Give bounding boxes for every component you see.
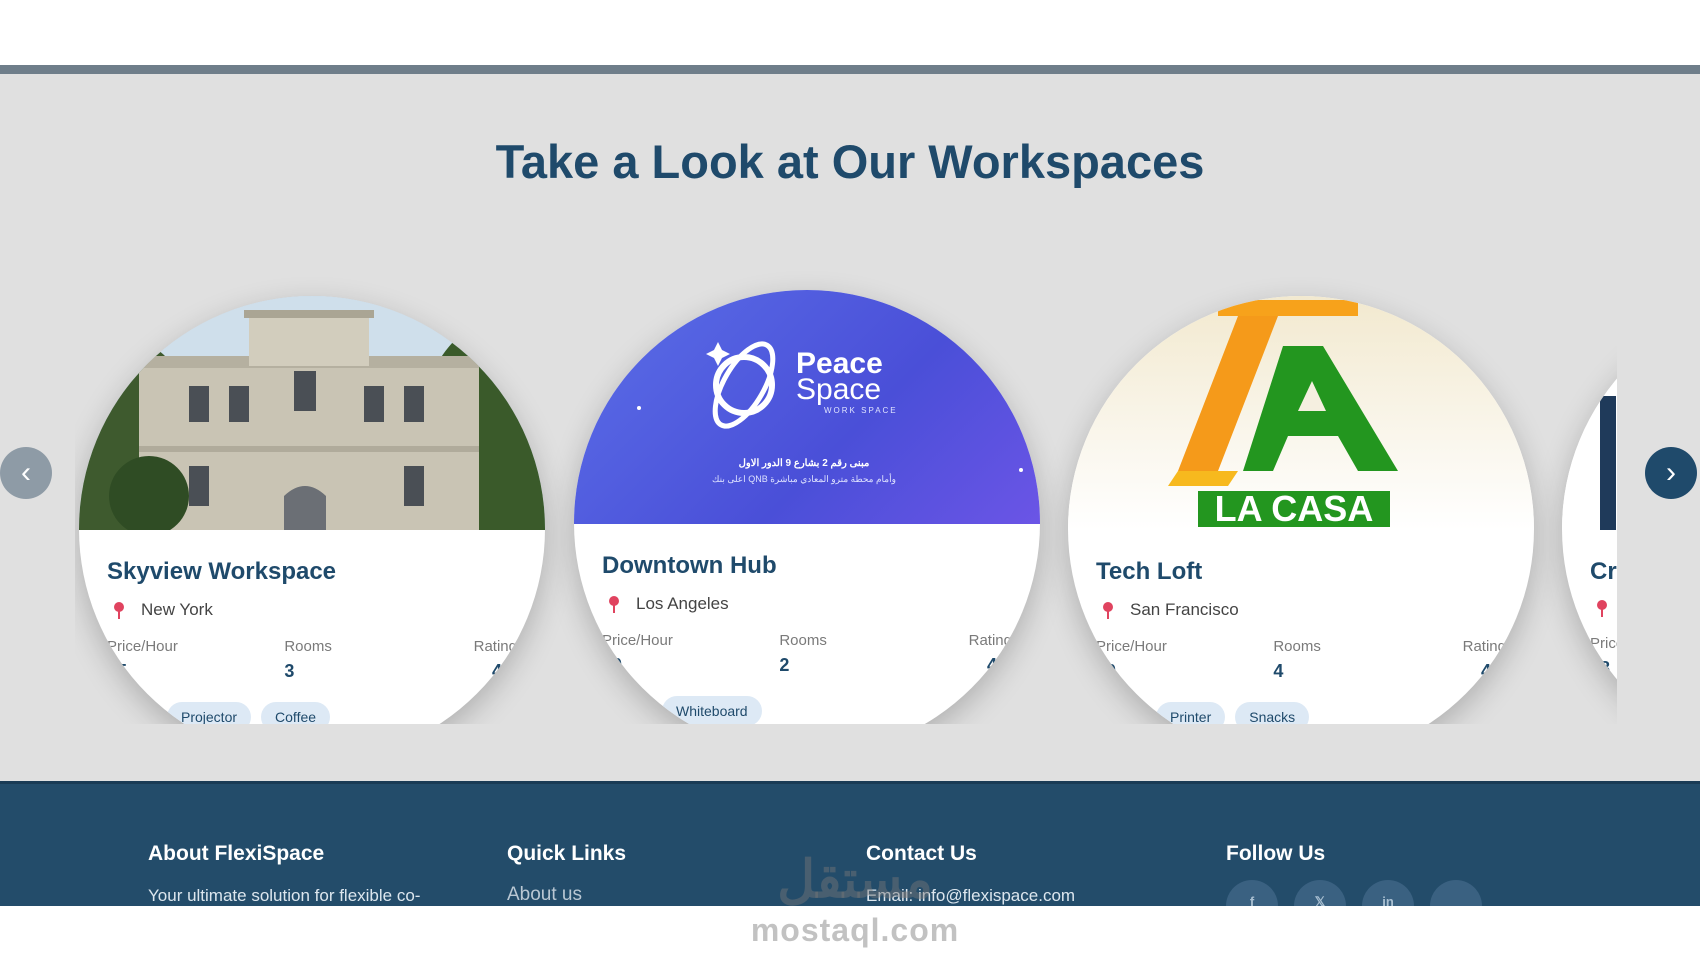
map-pin-icon: [1596, 600, 1608, 617]
card-location: San Francisco: [1096, 600, 1506, 620]
stat-value: 4.7: [1480, 661, 1506, 681]
card-location: Los Angeles: [602, 594, 1012, 614]
logo-subtext: WORK SPACE: [824, 406, 898, 415]
workspace-image-partial: [1562, 296, 1617, 530]
workspace-card-tech-loft[interactable]: LA CASA Tech Loft San Francisco Price/Ho…: [1068, 296, 1534, 724]
card-stats: Price/Hour 20 Rooms 2 Rating 4.2: [602, 632, 1012, 676]
card-title: Tech Loft: [1096, 558, 1203, 585]
la-casa-logo-image: LA CASA: [1068, 296, 1534, 530]
stat-value: 2: [779, 655, 790, 675]
stat-price: Price/Hour 25: [107, 638, 242, 682]
section-title: Take a Look at Our Workspaces: [495, 135, 1205, 188]
stat-price: Price/Hour 20: [602, 632, 737, 676]
stat-rating: Rating 4.7: [1371, 638, 1506, 682]
workspace-card-skyview[interactable]: Skyview Workspace New York Price/Hour 25…: [79, 296, 545, 724]
footer-follow-title: Follow Us: [1226, 842, 1326, 865]
location-text: Los Angeles: [636, 594, 729, 613]
location-text: New York: [141, 600, 213, 619]
stat-rooms: Rooms 4: [1233, 638, 1368, 682]
amenity-tag: Coffee: [261, 702, 331, 724]
logo-text-space: Space: [796, 373, 882, 406]
map-pin-icon: [608, 595, 620, 613]
footer-about-title: About FlexiSpace: [148, 842, 325, 865]
workspaces-section: Take a Look at Our Workspaces Skyview Wo…: [0, 74, 1700, 781]
top-blank-area: [0, 0, 1700, 65]
card-stats: Price/Hour 18: [1590, 635, 1617, 679]
footer-about-text: Your ultimate solution for flexible co-: [148, 886, 421, 905]
stat-price: Price/Hour 18: [1590, 635, 1617, 679]
watermark-arabic: مستقل: [777, 851, 933, 909]
watermark: مستقل mostaql.com: [745, 850, 965, 960]
stat-label: Rating: [1462, 638, 1506, 655]
watermark-latin: mostaql.com: [750, 912, 960, 948]
carousel-prev-button[interactable]: ‹: [0, 447, 52, 499]
stat-label: Price/Hour: [1096, 638, 1167, 655]
footer-about: About FlexiSpace Your ultimate solution …: [148, 842, 478, 906]
card-title: Downtown Hub: [602, 552, 777, 579]
stat-rating: Rating 4.2: [877, 632, 1012, 676]
stat-value: 4.2: [986, 655, 1012, 675]
stat-rooms: Rooms 2: [739, 632, 874, 676]
card-tags: Whiteboard: [602, 696, 1012, 724]
stat-label: Price/Hour: [107, 638, 178, 655]
map-pin-icon: [1102, 601, 1114, 619]
amenity-tag: Projector: [167, 702, 252, 724]
stat-rating: Rating 4.5: [382, 638, 517, 682]
amenity-tag: Whiteboard: [662, 696, 762, 724]
chevron-right-icon: ›: [1666, 456, 1676, 489]
peace-space-logo-image: Peace Space WORK SPACE مبنى رقم 2 بشارع …: [574, 290, 1040, 524]
stat-value: 25: [107, 661, 128, 681]
top-divider: [0, 65, 1700, 74]
carousel-next-button[interactable]: ›: [1645, 447, 1697, 499]
amenity-tag: Printer: [1156, 702, 1226, 724]
stat-label: Rating: [968, 632, 1012, 649]
card-location: [1590, 600, 1617, 617]
stat-price: Price/Hour 30: [1096, 638, 1231, 682]
card-tags: Printer Snacks: [1096, 702, 1506, 724]
logo-address-1: مبنى رقم 2 بشارع 9 الدور الاول: [738, 458, 870, 469]
card-title: Cr: [1590, 558, 1617, 585]
workspace-card-downtown[interactable]: Peace Space WORK SPACE مبنى رقم 2 بشارع …: [574, 290, 1040, 724]
stat-label: Rating: [473, 638, 517, 655]
stat-value: 4: [1273, 661, 1284, 681]
page: Take a Look at Our Workspaces Skyview Wo…: [0, 0, 1700, 970]
stat-rooms: Rooms 3: [244, 638, 379, 682]
map-pin-icon: [113, 601, 125, 619]
card-body: Downtown Hub Los Angeles Price/Hour 20 R…: [574, 524, 1040, 724]
card-body: Cr Price/Hour 18: [1562, 530, 1617, 724]
chevron-left-icon: ‹: [21, 456, 31, 489]
stat-value: 30: [1096, 661, 1117, 681]
card-body: Skyview Workspace New York Price/Hour 25…: [79, 530, 545, 724]
card-tags: Projector Coffee: [107, 702, 517, 724]
card-title: Skyview Workspace: [107, 558, 337, 585]
stat-value: 18: [1590, 658, 1611, 678]
stat-value: 20: [602, 655, 623, 675]
card-stats: Price/Hour 25 Rooms 3 Rating 4.5: [107, 638, 517, 682]
workspace-image-building: [79, 296, 545, 556]
logo-address-2: اعلى بنك QNB وأمام محطة مترو المعادي مبا…: [712, 474, 896, 484]
location-text: San Francisco: [1130, 600, 1239, 619]
stat-label: Rooms: [284, 638, 332, 655]
card-stats: Price/Hour 30 Rooms 4 Rating 4.7: [1096, 638, 1506, 682]
stat-label: Price/Hour: [1590, 635, 1617, 652]
stat-label: Rooms: [779, 632, 827, 649]
card-location: New York: [107, 600, 517, 620]
logo-text: LA CASA: [1214, 488, 1374, 529]
workspace-carousel: Skyview Workspace New York Price/Hour 25…: [75, 224, 1617, 724]
stat-value: 4.5: [491, 661, 517, 681]
stat-value: 3: [284, 661, 295, 681]
amenity-tag: Snacks: [1235, 702, 1310, 724]
stat-label: Rooms: [1273, 638, 1321, 655]
workspace-card-partial[interactable]: Cr Price/Hour 18: [1562, 296, 1617, 724]
card-body: Tech Loft San Francisco Price/Hour 30 Ro…: [1068, 530, 1534, 724]
stat-label: Price/Hour: [602, 632, 673, 649]
